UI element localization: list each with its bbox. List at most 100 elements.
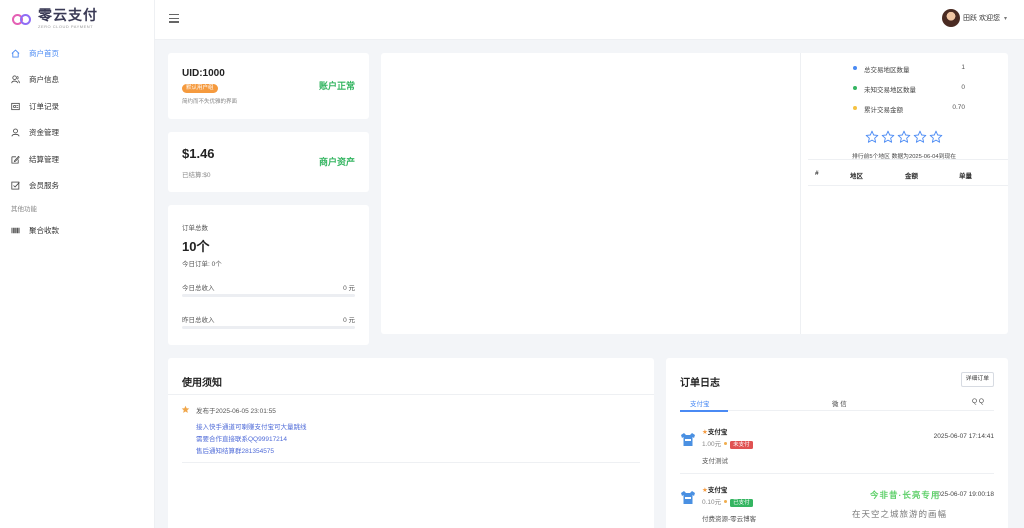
divider [680, 473, 994, 474]
today-income-label: 今日总收入 [182, 285, 215, 292]
legend-value: 1 [961, 64, 965, 71]
sidebar-item-label: 资金管理 [29, 128, 59, 138]
sidebar-item-label: 会员服务 [29, 181, 59, 191]
detail-orders-button[interactable]: 详细订单 [960, 372, 994, 387]
notice-line[interactable]: 接入快手通道可喇赚支付宝可大量跳线 [196, 421, 307, 431]
yesterday-income-progress [182, 326, 355, 329]
uid-label: UID:1000 [182, 68, 225, 79]
order-remark: 支付测试 [702, 458, 728, 465]
column-header: 金额 [905, 173, 918, 180]
divider [168, 394, 654, 395]
user-greeting: 田跃 欢迎您 [963, 15, 1000, 22]
column-header: 地区 [850, 173, 863, 180]
order-log-title: 订单日志 [680, 378, 720, 389]
list-item[interactable]: ★支付宝 0.10元 已支付 付费资源-零云博客 2025-06-07 19:00… [680, 483, 994, 528]
barcode-icon [11, 226, 20, 235]
sidebar-item-settlement[interactable]: 结算管理 [0, 146, 155, 173]
shopping-bag-icon [681, 433, 695, 446]
balance-card: $1.46 已结算:$0 商户资产 [168, 132, 369, 192]
notice-line[interactable]: 售后通知结算群281354575 [196, 445, 274, 455]
yesterday-income-label: 昨日总收入 [182, 317, 215, 324]
notice-title: 使用须知 [182, 378, 222, 389]
legend-value: 0 [961, 84, 965, 91]
account-status: 账户正常 [318, 81, 355, 91]
sidebar-item-label: 结算管理 [29, 154, 59, 164]
divider [182, 462, 640, 463]
sidebar-item-membership[interactable]: 会员服务 [0, 173, 155, 200]
active-tab-indicator [680, 410, 728, 412]
settled-amount: 已结算:$0 [182, 172, 211, 179]
legend-dot [853, 86, 857, 90]
watermark-line-2: 在天空之城旅游的画幅 [852, 509, 948, 519]
sidebar: 零云支付 ZERO CLOUD PAYMENT 商户首页 商户信息 订单记录 资… [0, 0, 155, 528]
sidebar-item-label: 订单记录 [29, 101, 59, 111]
star-icon [181, 405, 190, 413]
sidebar-item-aggregate-payment[interactable]: 聚合收款 [0, 217, 155, 244]
sidebar-section-other: 其他功能 [11, 206, 37, 213]
edit-icon [11, 155, 20, 164]
sidebar-item-merchant-info[interactable]: 商户信息 [0, 67, 155, 94]
payment-tabs: 支付宝 微 信 Q Q [680, 395, 994, 412]
order-log-card: 订单日志 详细订单 支付宝 微 信 Q Q ★支付宝 1.00元 未支付 支付测试… [666, 358, 1008, 528]
hamburger-icon[interactable] [169, 14, 179, 23]
column-header: # [815, 170, 819, 177]
today-income-progress [182, 294, 355, 297]
tab-alipay[interactable]: 支付宝 [690, 398, 710, 408]
funds-icon [11, 128, 20, 137]
list-item[interactable]: ★支付宝 1.00元 未支付 支付测试 2025-06-07 17:14:41 [680, 425, 994, 474]
rating-stars [865, 130, 945, 144]
order-channel: ★支付宝 [702, 429, 728, 436]
sidebar-item-home[interactable]: 商户首页 [0, 40, 155, 67]
notice-date: 发布于2025-06-05 23:01:55 [196, 408, 276, 415]
status-badge: 未支付 [730, 441, 753, 449]
orders-count: 10个 [182, 239, 210, 254]
star-icon [865, 130, 879, 143]
sidebar-item-funds[interactable]: 资金管理 [0, 120, 155, 147]
user-menu[interactable]: 田跃 欢迎您 ▾ [942, 9, 1007, 27]
star-icon [897, 130, 911, 143]
tab-wechat[interactable]: 微 信 [832, 398, 847, 408]
legend-label: 总交易地区数量 [864, 67, 910, 74]
today-orders: 今日订单: 0个 [182, 261, 222, 268]
star-icon [929, 130, 943, 143]
order-amount: 0.10元 已支付 [702, 496, 753, 507]
balance-amount: $1.46 [182, 146, 215, 161]
brand-subtitle: ZERO CLOUD PAYMENT [38, 24, 94, 29]
sidebar-nav: 商户首页 商户信息 订单记录 资金管理 结算管理 会员服务 其他功能 聚合收款 [0, 40, 155, 244]
legend-label: 未知交易地区数量 [864, 87, 916, 94]
sidebar-item-orders[interactable]: 订单记录 [0, 93, 155, 120]
notice-line[interactable]: 需要合作直接联系QQ99917214 [196, 433, 287, 443]
divider [800, 53, 801, 334]
brand[interactable]: 零云支付 ZERO CLOUD PAYMENT [12, 8, 98, 29]
watermark-line-1: 今非昔·长亮专用 [870, 490, 941, 500]
users-icon [11, 75, 20, 84]
shopping-bag-icon [681, 491, 695, 504]
column-header: 单量 [959, 173, 972, 180]
yesterday-income-value: 0 元 [343, 317, 355, 324]
region-stats-card: 总交易地区数量 1 未知交易地区数量 0 累计交易金额 0.70 排行前5个地区… [381, 53, 1008, 334]
orders-title: 订单总数 [182, 225, 208, 232]
top-header: 田跃 欢迎您 ▾ [155, 0, 1024, 40]
account-description: 简约而不失优雅的界面 [182, 99, 238, 105]
sidebar-item-label: 聚合收款 [29, 225, 59, 235]
order-time: 2025-06-07 17:14:41 [933, 433, 994, 440]
status-badge: 已支付 [730, 499, 753, 507]
tab-qq[interactable]: Q Q [972, 398, 984, 405]
today-income-row: 今日总收入 0 元 [182, 282, 355, 297]
yesterday-income-row: 昨日总收入 0 元 [182, 314, 355, 329]
brand-name: 零云支付 [38, 7, 98, 23]
sidebar-item-label: 商户首页 [29, 48, 59, 58]
star-icon [881, 130, 895, 143]
checkbox-icon [11, 181, 20, 190]
avatar [942, 9, 961, 27]
notice-card: 使用须知 发布于2025-06-05 23:01:55 接入快手通道可喇赚支付宝… [168, 358, 654, 528]
sidebar-item-label: 商户信息 [29, 75, 59, 85]
home-icon [11, 49, 20, 58]
legend-label: 累计交易金额 [864, 107, 903, 114]
balance-label: 商户资产 [318, 157, 355, 167]
today-income-value: 0 元 [343, 285, 355, 292]
user-group-badge: 默认用户组 [182, 84, 218, 93]
order-amount: 1.00元 未支付 [702, 438, 753, 449]
orders-summary-card: 订单总数 10个 今日订单: 0个 今日总收入 0 元 昨日总收入 0 元 [168, 205, 369, 345]
star-icon [913, 130, 927, 143]
